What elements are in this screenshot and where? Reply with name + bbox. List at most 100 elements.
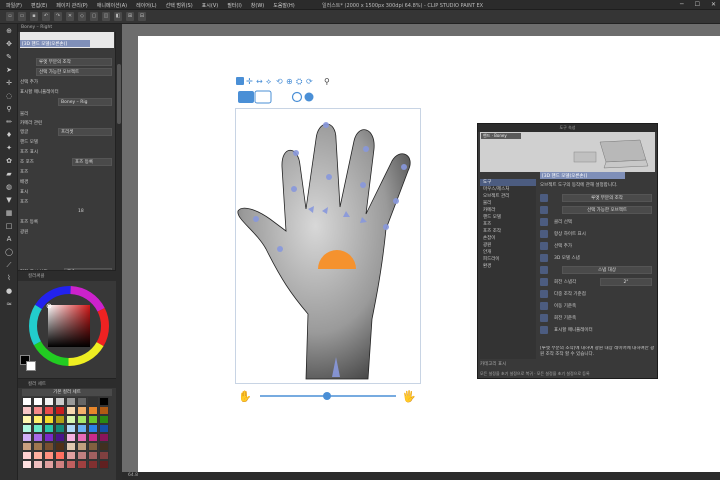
subtool-row-17[interactable]: 포즈 [20,198,113,207]
subtool-row-3[interactable]: 선택 추가 [20,78,113,87]
crop-icon[interactable]: ◫ [102,12,110,21]
color-swatch[interactable] [22,424,32,433]
color-swatch[interactable] [66,451,76,460]
color-swatch[interactable] [66,397,76,406]
visibility-toggle-icon[interactable] [540,242,548,250]
dialog-tree-item[interactable]: 환경 [480,263,536,270]
subtool-row-14[interactable]: 포즈 [20,168,113,177]
menu-edit[interactable]: 편집(E) [31,2,47,9]
color-swatch[interactable] [44,424,54,433]
color-swatch[interactable] [66,406,76,415]
color-swatch[interactable] [88,424,98,433]
decoration-icon[interactable]: ✿ [3,156,15,167]
menu-file[interactable]: 파일(F) [6,2,22,9]
transform-icon[interactable]: ◇ [78,12,86,21]
wave-icon[interactable]: ≈ [3,299,15,310]
color-swatch[interactable] [88,397,98,406]
visibility-toggle-icon[interactable] [540,218,548,226]
color-swatch[interactable] [88,460,98,469]
sub-tool-selected[interactable]: [3D 핸드 모델(오른손)] [20,40,90,47]
minimize-button[interactable]: ─ [680,1,684,8]
dialog-tree-item[interactable]: 안개 [480,249,536,256]
menu-layer[interactable]: 레이어(L) [136,2,157,9]
color-swatch[interactable] [55,415,65,424]
color-swatch[interactable] [88,415,98,424]
subtool-row-18[interactable]: 포즈 등록 [20,218,113,227]
color-swatch[interactable] [99,406,109,415]
subtool-row-16[interactable]: 표시 [20,188,113,197]
color-swatch[interactable] [44,451,54,460]
figure-icon[interactable]: □ [3,221,15,232]
correction-icon[interactable]: ⌇ [3,273,15,284]
subtool-preset-dropdown[interactable]: 프리셋 [58,128,112,136]
menu-page[interactable]: 페이지 관리(P) [56,2,88,9]
dialog-tree-item[interactable]: 오브젝트 관리 [480,193,536,200]
pencil-icon[interactable]: ✏ [3,117,15,128]
color-swatch[interactable] [33,406,43,415]
balloon-icon[interactable]: ◯ [3,247,15,258]
color-swatch[interactable] [99,433,109,442]
subtool-pose-register[interactable]: 포즈 등록 [72,158,112,166]
color-set-dropdown[interactable]: 기본 컬러 세트 [22,389,112,396]
close-button[interactable]: ✕ [711,1,716,8]
pose-slider[interactable]: ✋ 🖐 [236,386,422,406]
gradient-icon[interactable]: ▦ [3,208,15,219]
color-swatch[interactable] [33,451,43,460]
dialog-tree-item[interactable]: 도구 [480,179,536,186]
dialog-tree-item[interactable]: 피드라이 [480,256,536,263]
visibility-toggle-icon[interactable] [540,230,548,238]
dialog-tree-item[interactable]: 포즈 [480,221,536,228]
subtool-dropdown-2[interactable]: 선택 가능한 오브젝트 [36,68,112,76]
color-swatch[interactable] [77,424,87,433]
color-swatch[interactable] [99,460,109,469]
blend-icon[interactable]: ◍ [3,182,15,193]
ruler-tool-icon[interactable]: ⟋ [3,260,15,271]
color-swatch[interactable] [33,433,43,442]
subtool-row-6[interactable]: 물리 [20,110,113,119]
layer-move-icon[interactable]: ✛ [3,78,15,89]
subtool-row-15[interactable]: 배경 [20,178,113,187]
color-swatch[interactable] [66,442,76,451]
subtool-row-7[interactable]: 카메라 관련 [20,119,113,128]
dialog-bottom-bar[interactable]: 모든 설정을 초기 설정으로 복귀 · 모든 설정을 초기 설정으로 등록 [480,371,656,379]
color-swatch[interactable] [22,415,32,424]
text-icon[interactable]: A [3,234,15,245]
menu-selection[interactable]: 선택 범위(S) [166,2,193,9]
dialog-setting-value[interactable]: 2° [600,278,652,286]
color-swatch[interactable] [33,397,43,406]
snap-icon[interactable]: ⊞ [126,12,134,21]
color-swatch[interactable] [99,415,109,424]
color-swatch[interactable] [55,424,65,433]
color-swatch[interactable] [99,424,109,433]
zoom-icon[interactable]: ⊕ [3,26,15,37]
color-swatch[interactable] [22,442,32,451]
color-swatch[interactable] [44,433,54,442]
color-swatch[interactable] [77,460,87,469]
invert-icon[interactable]: ◧ [114,12,122,21]
color-swatch[interactable] [66,415,76,424]
subtool-row-10[interactable]: 핸드 모델 [20,138,113,147]
color-swatch[interactable] [99,397,109,406]
color-swatch[interactable] [33,424,43,433]
sub-color-swatch[interactable] [26,361,36,371]
fill-icon[interactable]: ▼ [3,195,15,206]
color-swatch[interactable] [99,451,109,460]
undo-icon[interactable]: ↶ [42,12,50,21]
color-swatch[interactable] [22,433,32,442]
color-swatch[interactable] [33,442,43,451]
dialog-tree-item[interactable]: 카메라 [480,207,536,214]
color-swatch[interactable] [77,397,87,406]
color-swatch[interactable] [22,451,32,460]
color-icon[interactable]: ● [3,286,15,297]
visibility-toggle-icon[interactable] [540,302,548,310]
color-swatch[interactable] [44,397,54,406]
color-swatch[interactable] [88,406,98,415]
dialog-tree-item[interactable]: 광원 [480,242,536,249]
zoom-readout[interactable]: 64.8 [128,473,138,478]
color-swatch[interactable] [55,451,65,460]
color-swatch[interactable] [44,442,54,451]
scroll-thumb[interactable] [117,64,121,124]
visibility-toggle-icon[interactable] [540,254,548,262]
hand-model-frame[interactable] [235,108,421,384]
menu-window[interactable]: 창(W) [251,2,264,9]
